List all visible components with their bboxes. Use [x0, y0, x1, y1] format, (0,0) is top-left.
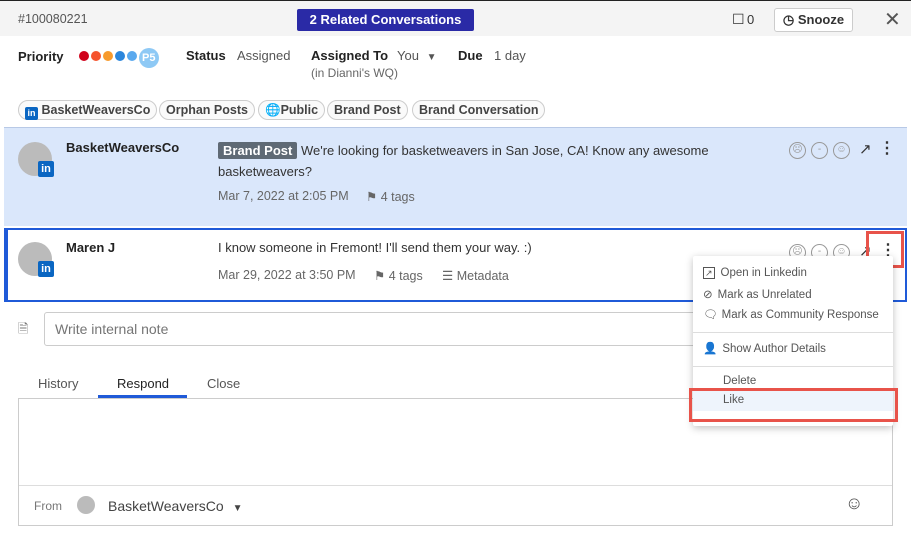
external-link-icon: ↗ — [703, 267, 715, 279]
priority-label: Priority — [18, 49, 64, 64]
related-conversations-button[interactable]: 2 Related Conversations — [297, 9, 474, 31]
menu-item-mark-unrelated[interactable]: ⊘ Mark as Unrelated — [703, 287, 812, 301]
metadata-link[interactable]: ☰ Metadata — [442, 268, 509, 283]
sentiment-group: ☹ - ☺ — [784, 140, 850, 159]
chip-brand-conversation[interactable]: Brand Conversation — [412, 100, 546, 120]
emoji-icon[interactable]: ☺ — [845, 493, 863, 514]
from-dropdown[interactable]: BasketWeaversCo ▼ — [108, 498, 242, 514]
priority-dot — [127, 51, 138, 61]
internal-note-input[interactable] — [44, 312, 704, 346]
message-text: I know someone in Fremont! I'll send the… — [218, 240, 532, 255]
tags-label: 4 tags — [380, 190, 415, 204]
message-brand-post[interactable]: in BasketWeaversCo Brand Post We're look… — [4, 127, 907, 226]
chip-public[interactable]: 🌐Public — [258, 100, 326, 120]
chip-account[interactable]: in BasketWeaversCo — [18, 100, 158, 120]
tags-link[interactable]: ⚑ 4 tags — [366, 189, 415, 204]
assigned-sub: (in Dianni's WQ) — [311, 66, 398, 80]
assigned-value: You — [397, 48, 419, 63]
ban-icon: ⊘ — [703, 289, 713, 301]
clock-icon: ◷ — [782, 12, 795, 27]
author-name: Maren J — [66, 240, 116, 255]
menu-item-label: Open in Linkedin — [720, 267, 807, 279]
chip-label: BasketWeaversCo — [41, 103, 151, 117]
tag-icon: ⚑ — [366, 190, 378, 204]
caret-down-icon: ▼ — [426, 52, 437, 63]
from-value: BasketWeaversCo — [108, 498, 224, 514]
bookmark-icon[interactable]: ☐ — [732, 11, 745, 28]
chip-brand-post[interactable]: Brand Post — [327, 100, 408, 120]
globe-icon: 🌐 — [265, 103, 281, 117]
menu-item-label: Mark as Community Response — [721, 309, 879, 321]
positive-sentiment-icon[interactable]: ☺ — [833, 142, 850, 159]
tag-icon: ⚑ — [374, 269, 386, 283]
assigned-label: Assigned To — [311, 48, 389, 63]
tab-respond[interactable]: Respond — [117, 376, 169, 391]
menu-item-delete[interactable]: Delete — [723, 375, 756, 387]
priority-dot — [115, 51, 126, 61]
menu-item-community-response[interactable]: 🗨 Mark as Community Response — [703, 307, 879, 321]
priority-dots — [79, 49, 139, 64]
header-bar: #100080221 2 Related Conversations ☐ 0 ◷… — [0, 0, 911, 36]
menu-item-open-linkedin[interactable]: ↗ Open in Linkedin — [703, 267, 807, 279]
author-name: BasketWeaversCo — [66, 140, 180, 155]
linkedin-icon: in — [38, 261, 54, 277]
tags-link[interactable]: ⚑ 4 tags — [374, 268, 423, 283]
caret-down-icon: ▼ — [232, 503, 243, 514]
brand-post-badge: Brand Post — [218, 142, 298, 159]
assigned-dropdown[interactable]: You ▼ — [397, 48, 436, 63]
chip-label: Public — [280, 103, 319, 117]
linkedin-icon: in — [25, 107, 38, 120]
from-label: From — [34, 499, 62, 513]
chip-orphan-posts[interactable]: Orphan Posts — [159, 100, 255, 120]
due-label: Due — [458, 48, 483, 63]
neutral-sentiment-icon[interactable]: - — [811, 142, 828, 159]
priority-field: Priority P5 — [18, 48, 159, 68]
menu-item-author-details[interactable]: 👤 Show Author Details — [703, 341, 826, 355]
bookmark-count: 0 — [747, 12, 755, 27]
linkedin-icon: in — [38, 161, 54, 177]
snooze-button[interactable]: ◷ Snooze — [774, 8, 853, 32]
priority-dot — [79, 51, 90, 61]
status-value: Assigned — [237, 48, 291, 63]
menu-item-label: Show Author Details — [722, 343, 826, 355]
snooze-label: Snooze — [797, 12, 845, 27]
comments-icon: 🗨 — [703, 309, 718, 321]
menu-divider — [693, 366, 893, 367]
negative-sentiment-icon[interactable]: ☹ — [789, 142, 806, 159]
priority-dot — [91, 51, 102, 61]
status-label: Status — [186, 48, 226, 63]
layers-icon: ☰ — [442, 269, 454, 283]
message-date: Mar 7, 2022 at 2:05 PM — [218, 189, 349, 203]
open-external-icon[interactable]: ↗ — [859, 140, 872, 158]
tab-history[interactable]: History — [38, 376, 78, 391]
close-icon[interactable]: ✕ — [884, 7, 901, 32]
menu-item-label: Mark as Unrelated — [717, 289, 812, 301]
user-icon: 👤 — [703, 343, 718, 355]
metadata-label: Metadata — [456, 269, 509, 283]
like-highlight — [689, 388, 898, 422]
from-avatar — [77, 496, 95, 514]
due-value: 1 day — [494, 48, 526, 63]
menu-divider — [693, 332, 893, 333]
priority-badge: P5 — [138, 48, 159, 68]
priority-dot — [103, 51, 114, 61]
tab-close[interactable]: Close — [207, 376, 240, 391]
more-options-icon[interactable]: ⋮ — [879, 138, 895, 158]
message-date: Mar 29, 2022 at 3:50 PM — [218, 268, 356, 282]
note-icon: 🗎 — [18, 321, 29, 336]
tags-label: 4 tags — [388, 269, 423, 283]
ticket-id: #100080221 — [18, 12, 88, 26]
